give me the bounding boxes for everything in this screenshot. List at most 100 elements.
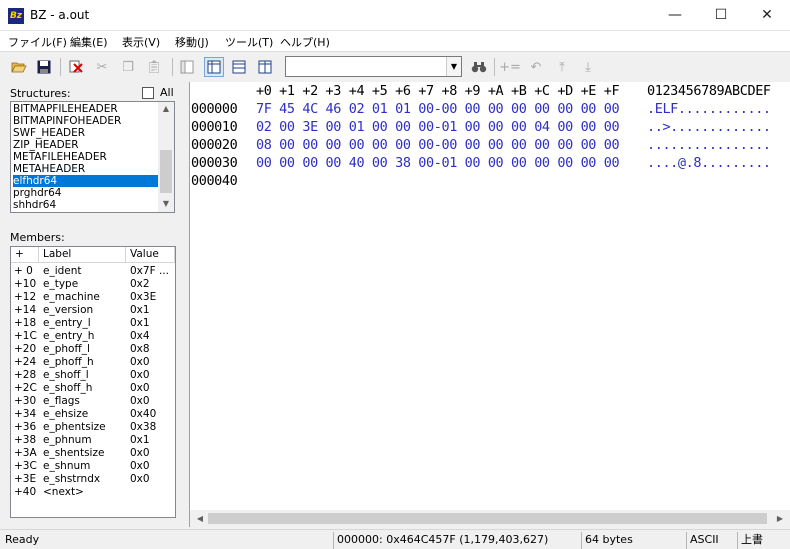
scroll-thumb[interactable]	[208, 513, 767, 524]
table-row[interactable]: +14 e_version 0x1	[11, 304, 175, 317]
horizontal-scrollbar[interactable]: ◀ ▶	[190, 510, 790, 527]
cell-offset: +34	[14, 408, 37, 420]
table-row[interactable]: +24 e_phoff_h 0x0	[11, 356, 175, 369]
save-icon[interactable]	[34, 57, 54, 77]
hex-row-addr: 000020	[191, 137, 238, 153]
column-header-value[interactable]: Value	[126, 247, 175, 263]
cell-label: e_shnum	[43, 460, 91, 472]
cell-label: e_phnum	[43, 434, 92, 446]
members-table[interactable]: + Label Value + 0 e_ident 0x7F ... +10 e_typ…	[10, 246, 176, 518]
cell-value: 0x7F ...	[130, 265, 169, 277]
table-row[interactable]: +3A e_shentsize 0x0	[11, 447, 175, 460]
chevron-left-icon[interactable]: ◀	[192, 512, 208, 526]
table-row[interactable]: +1C e_entry_h 0x4	[11, 330, 175, 343]
cell-offset: +3C	[14, 460, 37, 472]
hex-row-ascii[interactable]: ....@.8.........	[647, 154, 771, 172]
find-icon[interactable]	[469, 57, 489, 77]
list-item[interactable]: SWF_HEADER	[13, 127, 159, 139]
menu-tools[interactable]: ツール(T)	[225, 34, 273, 50]
all-label: All	[160, 86, 174, 99]
open-folder-icon[interactable]	[9, 57, 29, 77]
cell-value: 0x8	[130, 343, 150, 355]
hex-view[interactable]: +0 +1 +2 +3 +4 +5 +6 +7 +8 +9 +A +B +C +…	[189, 82, 790, 527]
chevron-right-icon[interactable]: ▶	[772, 512, 788, 526]
list-item[interactable]: ZIP_HEADER	[13, 139, 159, 151]
view-compare-icon[interactable]	[255, 57, 275, 77]
view-split-horizontal-icon[interactable]	[229, 57, 249, 77]
ascii-column-header: 0123456789ABCDEF	[647, 83, 771, 99]
cell-offset: + 0	[14, 265, 33, 277]
list-item[interactable]: shhdr64	[13, 199, 159, 211]
cell-offset: +1C	[14, 330, 37, 342]
cell-offset: +2C	[14, 382, 37, 394]
cut-icon[interactable]: ✂	[92, 57, 112, 77]
cell-value: 0x4	[130, 330, 150, 342]
all-checkbox[interactable]	[142, 87, 154, 99]
hex-row-bytes[interactable]: 7F 45 4C 46 02 01 01 00-00 00 00 00 00 0…	[256, 100, 620, 118]
undo-icon[interactable]: ↶	[526, 57, 546, 77]
hex-row-bytes[interactable]: 02 00 3E 00 01 00 00 00-01 00 00 00 04 0…	[256, 118, 620, 136]
chevron-down-icon[interactable]: ▼	[446, 57, 461, 76]
list-item[interactable]: METAFILEHEADER	[13, 151, 159, 163]
table-row[interactable]: +2C e_shoff_h 0x0	[11, 382, 175, 395]
jump-bottom-icon[interactable]: ⤓	[578, 57, 598, 77]
list-item[interactable]: METAHEADER	[13, 163, 159, 175]
chevron-up-icon[interactable]: ▲	[158, 102, 174, 116]
menu-jump[interactable]: 移動(J)	[175, 34, 209, 50]
cell-value: 0x40	[130, 408, 157, 420]
cell-label: e_ident	[43, 265, 82, 277]
jump-top-icon[interactable]: ⤒	[552, 57, 572, 77]
scroll-thumb[interactable]	[160, 150, 172, 193]
list-item[interactable]: prghdr64	[13, 187, 159, 199]
hex-row-addr: 000010	[191, 119, 238, 135]
maximize-button[interactable]: ☐	[698, 0, 744, 31]
status-size: 64 bytes	[581, 532, 685, 549]
table-row[interactable]: +28 e_shoff_l 0x0	[11, 369, 175, 382]
window-title: BZ - a.out	[30, 8, 90, 22]
hex-row-bytes[interactable]: 08 00 00 00 00 00 00 00-00 00 00 00 00 0…	[256, 136, 620, 154]
hex-row-ascii[interactable]: .ELF............	[647, 100, 771, 118]
add-equal-icon[interactable]: +=	[499, 57, 521, 77]
close-button[interactable]: ✕	[744, 0, 790, 31]
list-item-selected[interactable]: elfhdr64	[13, 175, 159, 187]
chevron-down-icon[interactable]: ▼	[158, 197, 174, 211]
table-row[interactable]: +12 e_machine 0x3E	[11, 291, 175, 304]
cell-offset: +3E	[14, 473, 37, 485]
table-row[interactable]: +38 e_phnum 0x1	[11, 434, 175, 447]
menu-help[interactable]: ヘルプ(H)	[280, 34, 330, 50]
hex-row-ascii[interactable]: ..>.............	[647, 118, 771, 136]
table-row[interactable]: +40 <next>	[11, 486, 175, 499]
table-row[interactable]: +36 e_phentsize 0x38	[11, 421, 175, 434]
table-row[interactable]: +10 e_type 0x2	[11, 278, 175, 291]
delete-mark-icon[interactable]	[66, 57, 86, 77]
paste-icon[interactable]: 📋︎	[144, 57, 164, 77]
list-item[interactable]: BITMAPFILEHEADER	[13, 103, 159, 115]
menu-view[interactable]: 表示(V)	[122, 34, 160, 50]
column-header-label[interactable]: Label	[39, 247, 126, 263]
hex-row-bytes[interactable]: 00 00 00 00 40 00 38 00-01 00 00 00 00 0…	[256, 154, 620, 172]
table-row[interactable]: +34 e_ehsize 0x40	[11, 408, 175, 421]
cell-label: e_phentsize	[43, 421, 106, 433]
copy-icon[interactable]: ❐	[118, 57, 138, 77]
minimize-button[interactable]: —	[652, 0, 698, 31]
list-item[interactable]: BITMAPINFOHEADER	[13, 115, 159, 127]
table-row[interactable]: + 0 e_ident 0x7F ...	[11, 265, 175, 278]
search-combo[interactable]: ▼	[285, 56, 462, 77]
view-single-icon[interactable]	[177, 57, 197, 77]
cell-value: 0x0	[130, 447, 150, 459]
status-position: 000000: 0x464C457F (1,179,403,627)	[333, 532, 580, 549]
menu-edit[interactable]: 編集(E)	[70, 34, 108, 50]
table-row[interactable]: +3E e_shstrndx 0x0	[11, 473, 175, 486]
hex-row-ascii[interactable]: ................	[647, 136, 771, 154]
menu-file[interactable]: ファイル(F)	[8, 34, 67, 50]
table-row[interactable]: +3C e_shnum 0x0	[11, 460, 175, 473]
view-split-vertical-icon[interactable]	[204, 57, 224, 77]
table-row[interactable]: +20 e_phoff_l 0x8	[11, 343, 175, 356]
cell-label: e_phoff_h	[43, 356, 94, 368]
cell-label: e_shoff_l	[43, 369, 89, 381]
table-row[interactable]: +30 e_flags 0x0	[11, 395, 175, 408]
column-header-offset[interactable]: +	[11, 247, 39, 263]
table-row[interactable]: +18 e_entry_l 0x1	[11, 317, 175, 330]
structures-list[interactable]: BITMAPFILEHEADER BITMAPINFOHEADER SWF_HE…	[10, 101, 175, 213]
structures-scrollbar[interactable]: ▲ ▼	[158, 102, 174, 212]
